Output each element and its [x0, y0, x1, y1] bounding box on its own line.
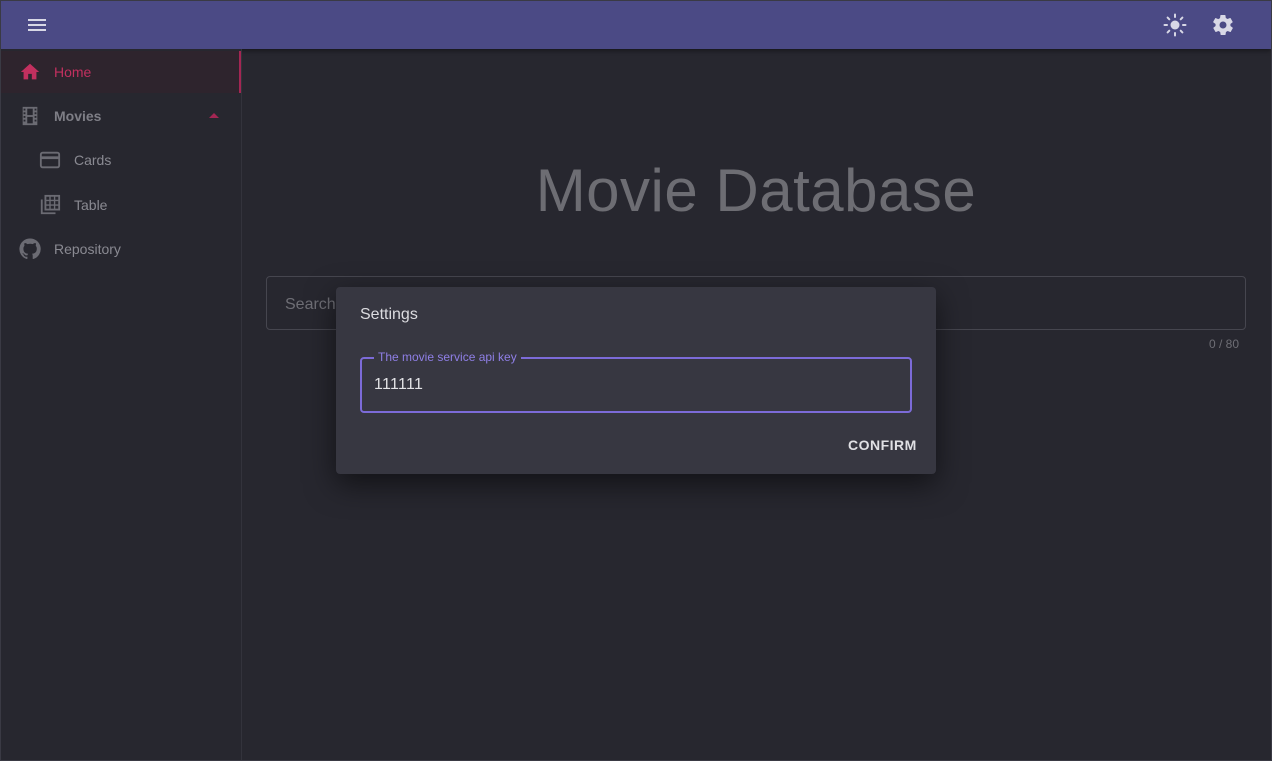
modal-overlay[interactable]: Settings The movie service api key 11111…	[0, 0, 1272, 761]
api-key-field[interactable]: The movie service api key 111111	[360, 350, 912, 413]
api-key-value[interactable]: 111111	[374, 376, 423, 394]
dialog-title: Settings	[360, 306, 418, 323]
api-key-label: The movie service api key	[374, 350, 521, 364]
confirm-button[interactable]: CONFIRM	[848, 437, 917, 453]
settings-dialog: Settings The movie service api key 11111…	[336, 287, 936, 474]
